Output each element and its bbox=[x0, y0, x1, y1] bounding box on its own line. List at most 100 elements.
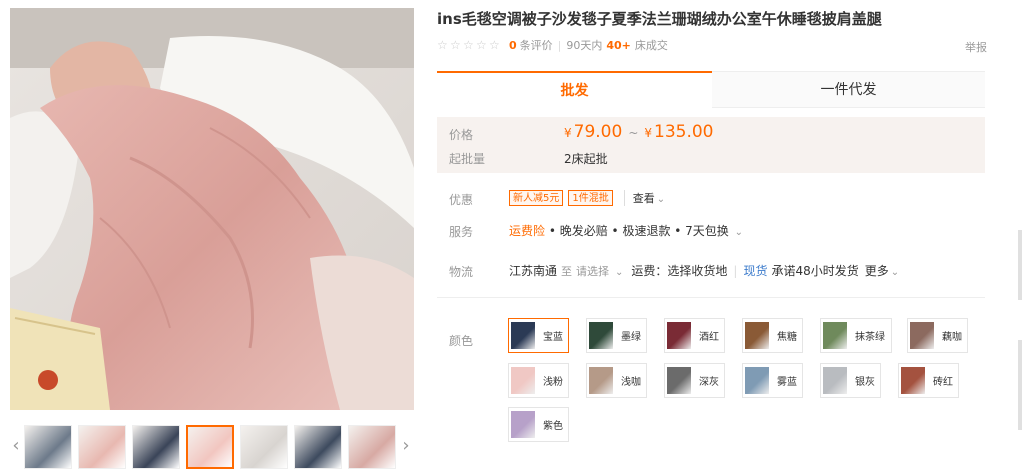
destination-placeholder: 请选择 bbox=[576, 264, 610, 278]
color-thumbnail bbox=[910, 322, 934, 349]
service-label: 服务 bbox=[449, 225, 474, 239]
color-name: 深灰 bbox=[699, 377, 719, 388]
price-panel: 价格 ¥79.00 ~ ¥135.00 起批量 2床起批 bbox=[437, 117, 985, 173]
chevron-down-icon: ⌄ bbox=[615, 266, 624, 278]
color-label: 颜色 bbox=[449, 334, 474, 348]
tab-dropship[interactable]: 一件代发 bbox=[712, 71, 985, 108]
color-option-抹茶绿[interactable]: 抹茶绿 bbox=[820, 318, 892, 353]
side-scroll-edge bbox=[1015, 230, 1024, 475]
price-separator: ~ bbox=[628, 126, 639, 140]
logistics-label: 物流 bbox=[449, 265, 474, 279]
star-icon: ☆ bbox=[489, 37, 500, 52]
review-label[interactable]: 条评价 bbox=[520, 37, 553, 53]
color-thumbnail bbox=[511, 322, 535, 349]
thumbnail-3[interactable] bbox=[132, 425, 180, 469]
color-name: 浅咖 bbox=[621, 377, 641, 388]
thumbnail-5[interactable] bbox=[240, 425, 288, 469]
origin-city: 江苏南通 bbox=[509, 264, 558, 278]
section-divider bbox=[437, 297, 985, 298]
logistics-row: 江苏南通 至 请选择 ⌄ 运费：选择收货地 | 现货 承诺48小时发货 更多 ⌄ bbox=[509, 262, 899, 279]
logistics-more-label: 更多 bbox=[864, 264, 889, 278]
moq-label: 起批量 bbox=[449, 152, 486, 166]
color-name: 砖红 bbox=[933, 377, 953, 388]
thumbnail-7[interactable] bbox=[348, 425, 396, 469]
color-thumbnail bbox=[511, 411, 535, 438]
color-name: 紫色 bbox=[543, 421, 563, 432]
service-items: • 晚发必赔 • 极速退款 • 7天包换 bbox=[548, 224, 729, 238]
promo-tags: 新人减5元 1件混批 查看 ⌄ bbox=[509, 190, 665, 206]
meta-divider: | bbox=[557, 38, 562, 52]
purchase-tabs: 批发 一件代发 bbox=[437, 71, 985, 108]
color-thumbnail bbox=[589, 367, 613, 394]
star-icon: ☆ bbox=[450, 37, 461, 52]
color-name: 藕咖 bbox=[942, 332, 962, 343]
thumbnail-strip: ‹ › bbox=[10, 423, 414, 475]
color-thumbnail bbox=[511, 367, 535, 394]
color-name: 雾蓝 bbox=[777, 377, 797, 388]
price-range: ¥79.00 ~ ¥135.00 bbox=[564, 122, 714, 142]
stock-status: 现货 bbox=[743, 264, 768, 278]
thumb-prev-icon[interactable]: ‹ bbox=[10, 423, 22, 469]
color-name: 酒红 bbox=[699, 332, 719, 343]
destination-select[interactable]: 请选择 ⌄ bbox=[576, 263, 631, 279]
color-option-焦糖[interactable]: 焦糖 bbox=[742, 318, 803, 353]
color-option-砖红[interactable]: 砖红 bbox=[898, 363, 959, 398]
color-thumbnail bbox=[901, 367, 925, 394]
promo-view-label: 查看 bbox=[632, 192, 655, 205]
star-icon: ☆ bbox=[463, 37, 474, 52]
color-name: 抹茶绿 bbox=[855, 332, 885, 343]
rating-stars: ☆ ☆ ☆ ☆ ☆ bbox=[437, 37, 500, 52]
thumbnail-4[interactable] bbox=[186, 425, 234, 469]
color-option-墨绿[interactable]: 墨绿 bbox=[586, 318, 647, 353]
color-thumbnail bbox=[589, 322, 613, 349]
logistics-more-button[interactable]: 更多 ⌄ bbox=[865, 262, 899, 279]
price-label: 价格 bbox=[449, 128, 474, 142]
rating-row: ☆ ☆ ☆ ☆ ☆ 0 条评价 | 90天内 40+ 床成交 bbox=[437, 37, 668, 53]
divider: | bbox=[733, 263, 738, 278]
chevron-down-icon: ⌄ bbox=[890, 267, 900, 278]
service-row[interactable]: 运费险 • 晚发必赔 • 极速退款 • 7天包换 ⌄ bbox=[509, 222, 743, 239]
color-thumbnail bbox=[667, 322, 691, 349]
color-name: 焦糖 bbox=[777, 332, 797, 343]
color-option-紫色[interactable]: 紫色 bbox=[508, 407, 569, 442]
color-name: 墨绿 bbox=[621, 332, 641, 343]
color-thumbnail bbox=[745, 322, 769, 349]
thumbnail-6[interactable] bbox=[294, 425, 342, 469]
currency-symbol: ¥ bbox=[564, 126, 572, 140]
moq-value: 2床起批 bbox=[564, 152, 608, 166]
main-product-image[interactable] bbox=[10, 8, 414, 410]
color-option-深灰[interactable]: 深灰 bbox=[664, 363, 725, 398]
color-name: 宝蓝 bbox=[543, 332, 563, 343]
color-name: 浅粉 bbox=[543, 377, 563, 388]
review-count[interactable]: 0 bbox=[509, 39, 517, 52]
currency-symbol: ¥ bbox=[644, 126, 653, 140]
promo-tag[interactable]: 1件混批 bbox=[568, 190, 613, 206]
color-option-浅粉[interactable]: 浅粉 bbox=[508, 363, 569, 398]
star-icon: ☆ bbox=[476, 37, 487, 52]
thumbnail-2[interactable] bbox=[78, 425, 126, 469]
color-option-藕咖[interactable]: 藕咖 bbox=[907, 318, 968, 353]
to-label: 至 bbox=[561, 264, 573, 278]
sales-period: 90天内 bbox=[566, 39, 603, 52]
report-link[interactable]: 举报 bbox=[965, 39, 987, 55]
color-name: 银灰 bbox=[855, 377, 875, 388]
promo-tag[interactable]: 新人减5元 bbox=[509, 190, 564, 206]
promo-view-button[interactable]: 查看 ⌄ bbox=[623, 190, 665, 206]
color-option-雾蓝[interactable]: 雾蓝 bbox=[742, 363, 803, 398]
color-option-酒红[interactable]: 酒红 bbox=[664, 318, 725, 353]
price-max: 135.00 bbox=[654, 122, 714, 142]
thumb-next-icon[interactable]: › bbox=[400, 423, 412, 469]
color-option-浅咖[interactable]: 浅咖 bbox=[586, 363, 647, 398]
color-option-银灰[interactable]: 银灰 bbox=[820, 363, 881, 398]
sold-count: 40+ bbox=[606, 38, 631, 52]
product-title: ins毛毯空调被子沙发毯子夏季法兰珊瑚绒办公室午休睡毯披肩盖腿 bbox=[437, 10, 882, 28]
tab-wholesale[interactable]: 批发 bbox=[437, 71, 712, 108]
shipping-insurance: 运费险 bbox=[509, 224, 546, 238]
promo-label: 优惠 bbox=[449, 193, 474, 207]
shipping-fee: 运费：选择收货地 bbox=[631, 264, 728, 278]
price-min: 79.00 bbox=[573, 122, 623, 142]
color-thumbnail bbox=[823, 367, 847, 394]
chevron-down-icon: ⌄ bbox=[734, 227, 744, 238]
thumbnail-1[interactable] bbox=[24, 425, 72, 469]
color-option-宝蓝[interactable]: 宝蓝 bbox=[508, 318, 569, 353]
